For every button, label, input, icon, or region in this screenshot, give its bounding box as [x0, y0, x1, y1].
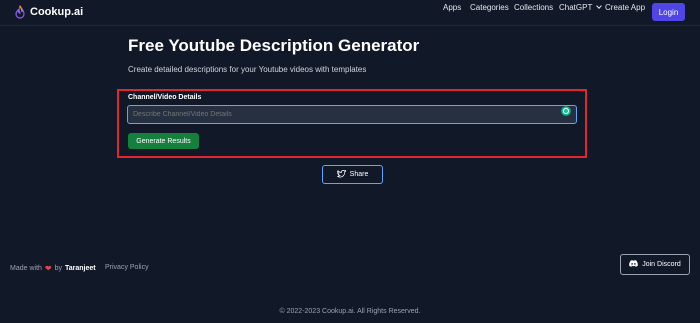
nav-link-create-app[interactable]: Create App	[605, 3, 645, 12]
made-with-by: by	[54, 265, 63, 272]
top-navbar: Cookup.ai Apps Categories Collections Ch…	[0, 0, 700, 26]
nav-link-chatgpt: ChatGPT	[559, 2, 593, 12]
discord-icon	[629, 260, 639, 269]
copyright-text: © 2022-2023 Cookup.ai. All Rights Reserv…	[279, 308, 421, 315]
made-with-credit: Made with ❤ by Taranjeet	[10, 264, 96, 273]
nav-link-apps[interactable]: Apps	[443, 3, 461, 12]
share-button[interactable]: Share	[322, 165, 383, 184]
channel-details-label: Channel/Video Details	[128, 94, 202, 101]
nav-link-collections[interactable]: Collections	[514, 3, 553, 12]
flame-icon	[15, 4, 25, 19]
grammarly-icon[interactable]	[561, 106, 571, 116]
channel-details-input[interactable]	[127, 105, 577, 124]
logo-text: Cookup.ai	[30, 6, 84, 18]
made-with-prefix: Made with	[10, 265, 42, 272]
twitter-icon	[336, 169, 347, 180]
page: Cookup.ai Apps Categories Collections Ch…	[0, 0, 700, 323]
heart-icon: ❤	[44, 264, 52, 273]
share-label: Share	[349, 171, 369, 178]
logo[interactable]: Cookup.ai	[15, 4, 84, 19]
privacy-policy-link[interactable]: Privacy Policy	[105, 264, 149, 271]
nav-link-categories[interactable]: Categories	[470, 3, 509, 12]
generate-results-button[interactable]: Generate Results	[128, 133, 199, 149]
page-title: Free Youtube Description Generator	[128, 36, 420, 55]
discord-label: Join Discord	[642, 261, 681, 268]
author-link[interactable]: Taranjeet	[65, 265, 96, 272]
nav-dropdown-chatgpt[interactable]: ChatGPT	[559, 2, 603, 12]
join-discord-button[interactable]: Join Discord	[620, 254, 690, 275]
login-button[interactable]: Login	[652, 3, 685, 21]
chevron-down-icon	[596, 3, 603, 9]
page-subtitle: Create detailed descriptions for your Yo…	[128, 65, 367, 74]
